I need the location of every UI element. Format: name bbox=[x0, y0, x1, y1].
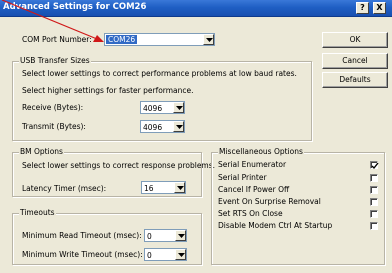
receive-dropdown-button[interactable] bbox=[173, 102, 184, 113]
usb-hint-higher: Select higher settings for faster perfor… bbox=[22, 86, 194, 95]
transmit-select[interactable]: 4096 bbox=[140, 120, 185, 133]
com-port-value: COM26 bbox=[106, 35, 138, 44]
misc-option-checkbox[interactable] bbox=[370, 161, 379, 170]
close-button[interactable]: X bbox=[373, 2, 386, 14]
receive-label: Receive (Bytes): bbox=[22, 103, 84, 112]
help-button[interactable]: ? bbox=[356, 2, 369, 14]
ok-button[interactable]: OK bbox=[322, 32, 388, 48]
chevron-down-icon bbox=[176, 106, 183, 110]
annotation-arrow-icon bbox=[1, 0, 104, 42]
com-port-select[interactable]: COM26 bbox=[104, 33, 215, 46]
transmit-dropdown-button[interactable] bbox=[173, 121, 184, 132]
misc-option-label: Disable Modem Ctrl At Startup bbox=[218, 221, 333, 230]
misc-option-label: Serial Printer bbox=[218, 173, 267, 182]
chevron-down-icon bbox=[206, 38, 213, 42]
com-port-dropdown-button[interactable] bbox=[203, 34, 214, 45]
timeouts-title: Timeouts bbox=[19, 208, 56, 217]
cancel-button[interactable]: Cancel bbox=[322, 53, 388, 69]
chevron-down-icon bbox=[177, 186, 184, 190]
chevron-down-icon bbox=[176, 125, 183, 129]
advanced-settings-dialog: Advanced Settings for COM26 ? X COM Port… bbox=[0, 0, 392, 273]
write-timeout-label: Minimum Write Timeout (msec): bbox=[22, 250, 143, 259]
transmit-label: Transmit (Bytes): bbox=[22, 122, 86, 131]
bm-hint: Select lower settings to correct respons… bbox=[22, 161, 216, 170]
misc-option-checkbox[interactable] bbox=[370, 174, 378, 182]
checkmark-icon bbox=[371, 162, 379, 170]
write-timeout-value: 0 bbox=[147, 251, 152, 260]
usb-hint-lower: Select lower settings to correct perform… bbox=[22, 69, 297, 78]
read-timeout-dropdown-button[interactable] bbox=[175, 230, 186, 241]
receive-value: 4096 bbox=[143, 104, 163, 113]
transmit-value: 4096 bbox=[143, 123, 163, 132]
latency-dropdown-button[interactable] bbox=[174, 182, 185, 193]
latency-value: 16 bbox=[144, 184, 154, 193]
misc-option-label: Event On Surprise Removal bbox=[218, 197, 321, 206]
defaults-button[interactable]: Defaults bbox=[322, 72, 388, 88]
read-timeout-select[interactable]: 0 bbox=[144, 229, 187, 242]
write-timeout-select[interactable]: 0 bbox=[144, 248, 187, 261]
misc-option-checkbox[interactable] bbox=[370, 198, 378, 206]
latency-label: Latency Timer (msec): bbox=[22, 184, 107, 193]
misc-option-checkbox[interactable] bbox=[370, 186, 378, 194]
misc-option-label: Serial Enumerator bbox=[218, 160, 287, 169]
receive-select[interactable]: 4096 bbox=[140, 101, 185, 114]
read-timeout-value: 0 bbox=[147, 232, 152, 241]
read-timeout-label: Minimum Read Timeout (msec): bbox=[22, 231, 142, 240]
usb-transfer-title: USB Transfer Sizes bbox=[19, 56, 91, 65]
misc-option-checkbox[interactable] bbox=[370, 222, 378, 230]
chevron-down-icon bbox=[178, 234, 185, 238]
misc-options-title: Miscellaneous Options bbox=[218, 147, 304, 156]
bm-options-title: BM Options bbox=[19, 147, 64, 156]
misc-option-label: Cancel If Power Off bbox=[218, 185, 290, 194]
misc-option-checkbox[interactable] bbox=[370, 210, 378, 218]
latency-select[interactable]: 16 bbox=[141, 181, 186, 194]
misc-option-label: Set RTS On Close bbox=[218, 209, 283, 218]
chevron-down-icon bbox=[178, 253, 185, 257]
write-timeout-dropdown-button[interactable] bbox=[175, 249, 186, 260]
